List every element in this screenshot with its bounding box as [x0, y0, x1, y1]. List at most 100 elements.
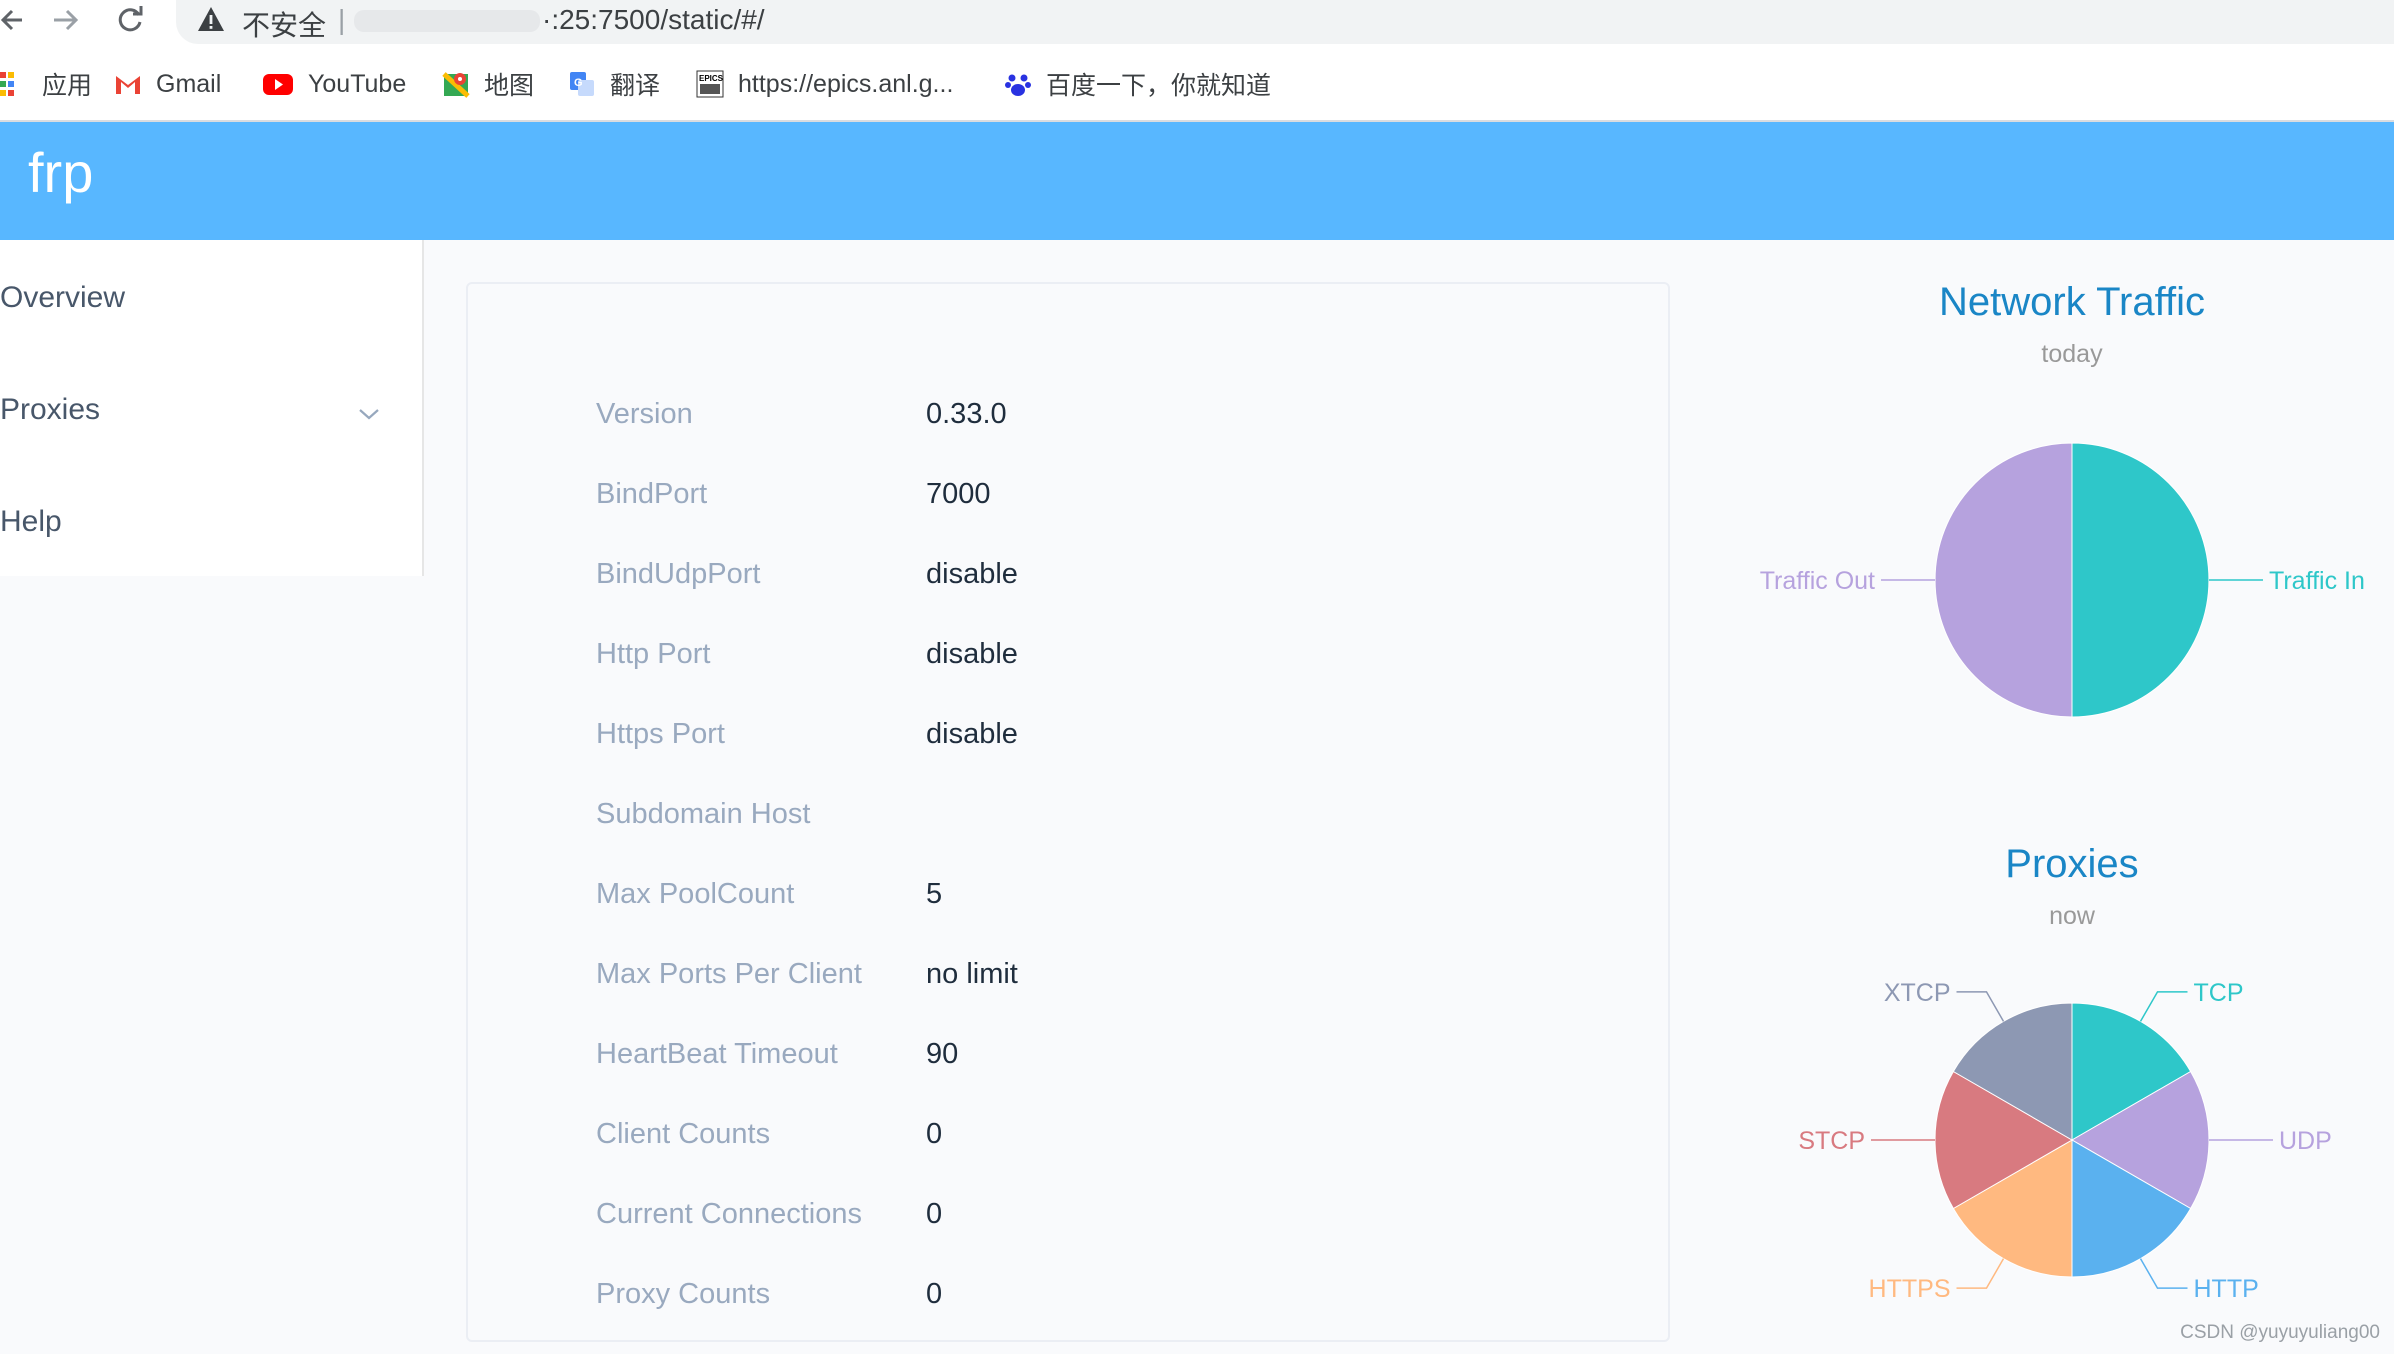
gmail-icon: [114, 70, 142, 98]
traffic-chart-subtitle: today: [2041, 340, 2103, 368]
sidebar-item-proxies[interactable]: Proxies: [0, 382, 420, 438]
forward-arrow-icon[interactable]: [48, 0, 84, 40]
translate-icon: G: [568, 70, 596, 98]
bookmark-youtube[interactable]: YouTube: [262, 68, 406, 100]
security-label[interactable]: 不安全: [242, 4, 326, 44]
bookmark-label: 百度一下，你就知道: [1046, 72, 1272, 100]
pie-label: HTTPS: [1869, 1275, 1951, 1303]
browser-toolbar: 不安全 | ·:25:7500/static/#/: [0, 0, 2394, 48]
pie-label: TCP: [2194, 979, 2244, 1007]
pie-label: UDP: [2279, 1127, 2332, 1155]
sidebar-item-help[interactable]: Help: [0, 494, 420, 550]
sidebar-item-label: Help: [0, 505, 62, 538]
info-label: Http Port: [596, 638, 711, 670]
redacted-host: [354, 10, 540, 32]
sidebar-item-label: Proxies: [0, 393, 101, 426]
info-label: Version: [596, 398, 693, 430]
bookmarks-bar: 应用 Gmail YouTube 地图 G 翻译 EPICS https://e…: [0, 48, 2394, 122]
bookmark-label: 应用: [42, 72, 93, 100]
youtube-icon: [262, 70, 294, 98]
info-label: BindUdpPort: [596, 558, 761, 590]
url-text[interactable]: ·:25:7500/static/#/: [542, 4, 765, 36]
bookmark-apps[interactable]: 应用: [0, 68, 92, 100]
proxies-pie-chart[interactable]: TCP UDP HTTP HTTPS STCP XTCP: [1700, 960, 2394, 1310]
info-value: 0: [926, 1278, 943, 1310]
info-value: disable: [926, 638, 1018, 670]
bookmark-gmail[interactable]: Gmail: [114, 68, 221, 100]
svg-text:EPICS: EPICS: [699, 74, 724, 83]
proxies-chart-title: Proxies: [2005, 842, 2139, 886]
pie-label: XTCP: [1884, 979, 1951, 1007]
pie-label: STCP: [1798, 1127, 1865, 1155]
info-value: 90: [926, 1038, 959, 1070]
info-row-version: Version 0.33.0: [468, 390, 1668, 438]
warning-triangle-icon: [196, 4, 226, 39]
info-label: Https Port: [596, 718, 725, 750]
info-value: no limit: [926, 958, 1018, 990]
traffic-chart-title: Network Traffic: [1939, 280, 2205, 324]
sidebar-item-overview[interactable]: Overview: [0, 270, 420, 326]
info-row-bindport: BindPort 7000: [468, 470, 1668, 518]
info-row-https-port: Https Port disable: [468, 710, 1668, 758]
pie-label-line: [2139, 991, 2188, 1022]
bookmark-label: https://epics.anl.g...: [738, 69, 954, 98]
info-row-client-counts: Client Counts 0: [468, 1110, 1668, 1158]
info-value: 7000: [926, 478, 991, 510]
chevron-down-icon[interactable]: [356, 398, 382, 432]
server-info-card: Version 0.33.0 BindPort 7000 BindUdpPort…: [466, 282, 1670, 1342]
pie-label: Traffic In: [2269, 567, 2365, 595]
sidebar-item-label: Overview: [0, 281, 126, 314]
bookmark-label: YouTube: [308, 69, 407, 98]
bookmark-maps[interactable]: 地图: [442, 68, 534, 100]
pie-slice-traffic-out[interactable]: [1934, 442, 2073, 718]
info-label: BindPort: [596, 478, 708, 510]
info-label: Max Ports Per Client: [596, 958, 862, 990]
maps-icon: [442, 70, 470, 98]
bookmark-label: 地图: [484, 72, 535, 100]
info-row-proxy-counts: Proxy Counts 0: [468, 1270, 1668, 1318]
info-label: Client Counts: [596, 1118, 771, 1150]
info-row-current-connections: Current Connections 0: [468, 1190, 1668, 1238]
watermark-text: CSDN @yuyuyuliang00: [2180, 1322, 2380, 1343]
pie-label-line: [1956, 1258, 2005, 1289]
info-label: Subdomain Host: [596, 798, 811, 830]
info-label: Proxy Counts: [596, 1278, 771, 1310]
pie-label-line: [2139, 1258, 2188, 1289]
info-row-http-port: Http Port disable: [468, 630, 1668, 678]
svg-text:G: G: [574, 77, 583, 89]
info-value: 5: [926, 878, 943, 910]
info-value: disable: [926, 718, 1018, 750]
info-label: Max PoolCount: [596, 878, 795, 910]
baidu-paw-icon: [1004, 70, 1032, 98]
pie-slice-traffic-in[interactable]: [2071, 442, 2210, 718]
info-label: HeartBeat Timeout: [596, 1038, 838, 1070]
info-row-max-poolcount: Max PoolCount 5: [468, 870, 1668, 918]
info-row-subdomain-host: Subdomain Host: [468, 790, 1668, 838]
info-value: 0.33.0: [926, 398, 1007, 430]
reload-icon[interactable]: [112, 0, 148, 40]
app-header: frp: [0, 122, 2394, 240]
info-value: disable: [926, 558, 1018, 590]
proxies-chart-subtitle: now: [2049, 902, 2095, 930]
sidebar-empty-area: [0, 576, 424, 1354]
back-arrow-icon[interactable]: [0, 0, 24, 40]
info-label: Current Connections: [596, 1198, 862, 1230]
pie-label-line: [1956, 991, 2005, 1022]
address-bar[interactable]: 不安全 | ·:25:7500/static/#/: [176, 0, 2394, 44]
traffic-pie-chart[interactable]: Traffic In Traffic Out: [1700, 400, 2394, 760]
epics-icon: EPICS: [696, 70, 724, 98]
pie-label: HTTP: [2194, 1275, 2259, 1303]
security-separator: |: [338, 4, 346, 35]
bookmark-label: 翻译: [610, 72, 661, 100]
brand-logo[interactable]: frp: [28, 140, 93, 205]
bookmark-baidu[interactable]: 百度一下，你就知道: [1004, 68, 1271, 100]
info-value: 0: [926, 1118, 943, 1150]
bookmark-translate[interactable]: G 翻译: [568, 68, 660, 100]
pie-label: Traffic Out: [1760, 567, 1875, 595]
info-row-bindudpport: BindUdpPort disable: [468, 550, 1668, 598]
bookmark-label: Gmail: [156, 69, 222, 98]
info-row-max-ports-per-client: Max Ports Per Client no limit: [468, 950, 1668, 998]
bookmark-epics[interactable]: EPICS https://epics.anl.g...: [696, 68, 953, 100]
info-row-heartbeat-timeout: HeartBeat Timeout 90: [468, 1030, 1668, 1078]
apps-grid-icon: [0, 70, 28, 98]
